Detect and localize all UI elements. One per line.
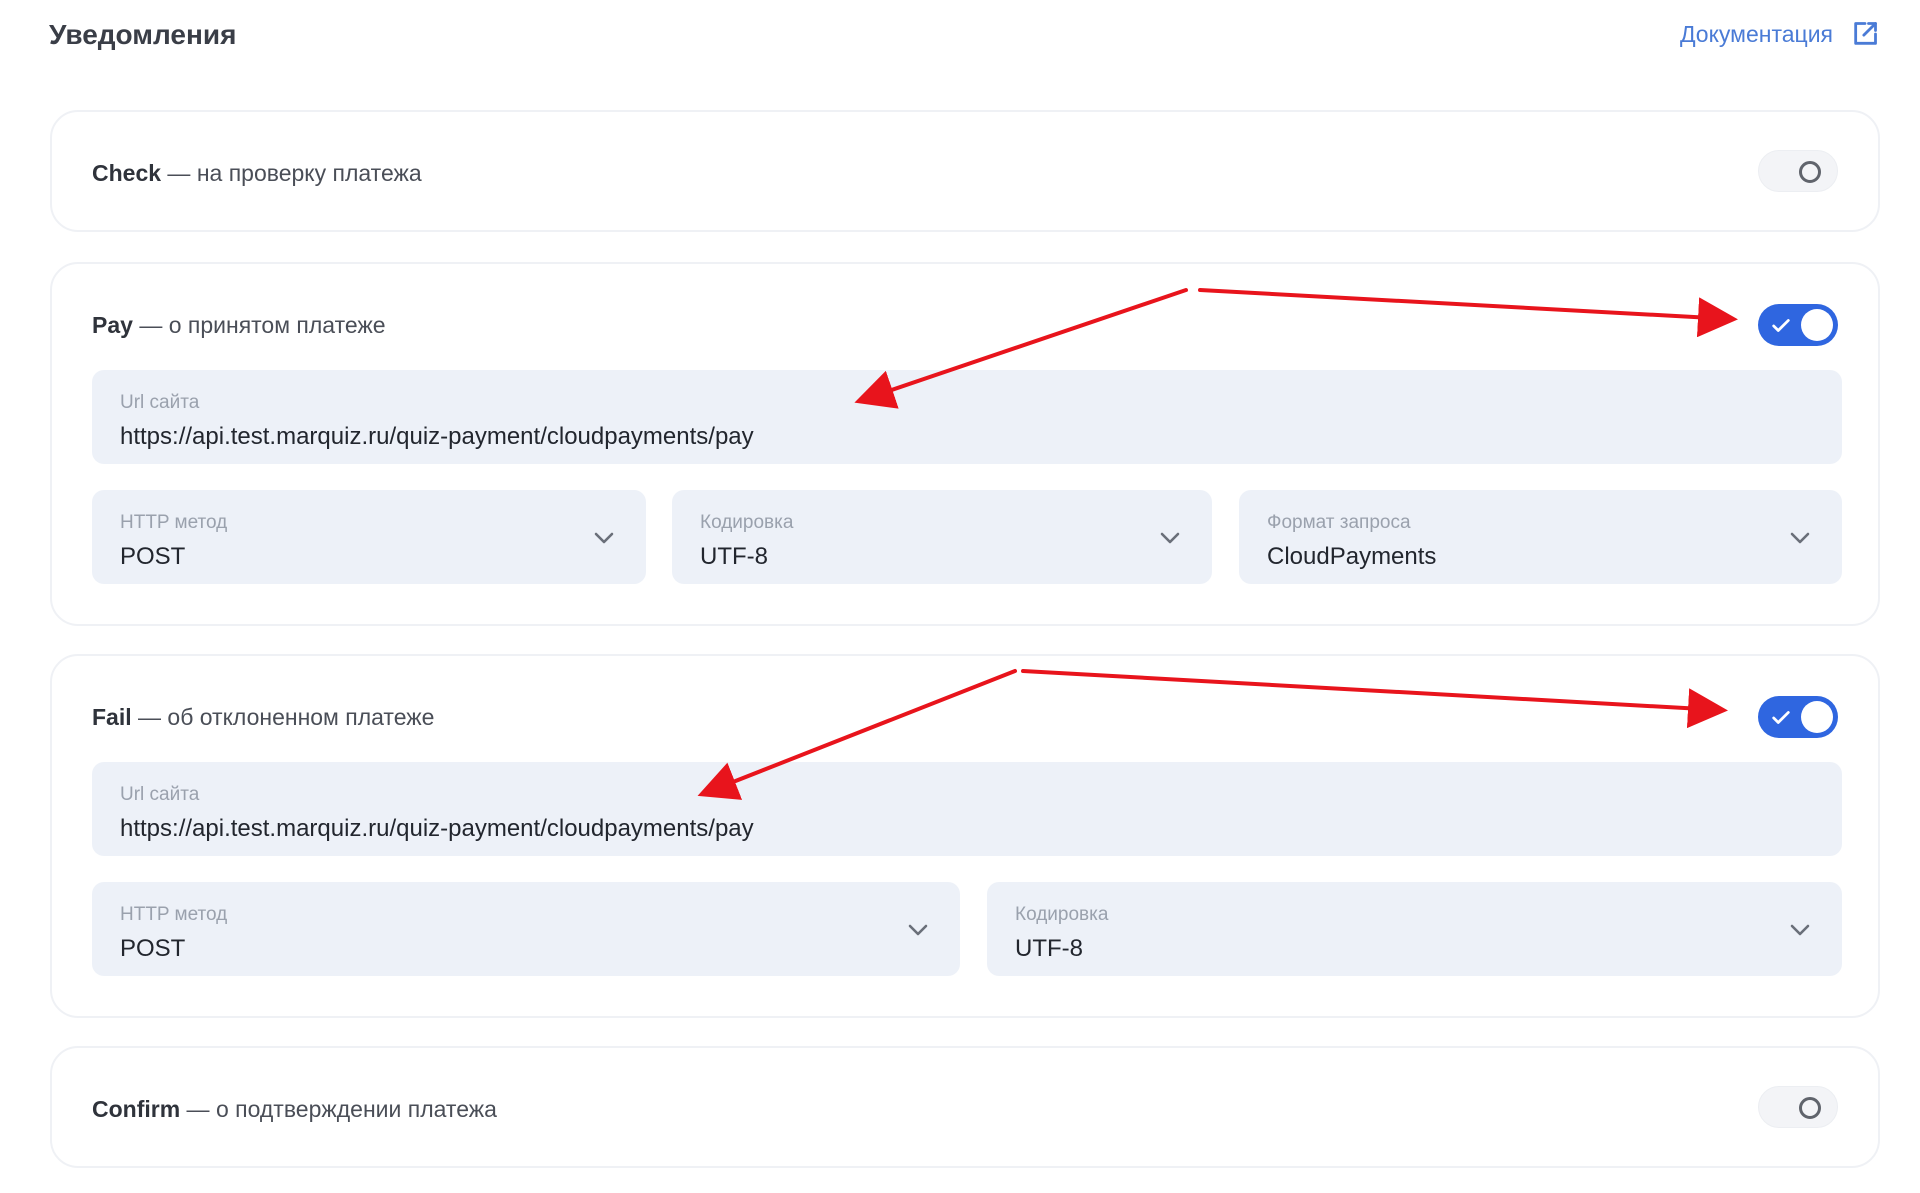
toggle-knob	[1801, 309, 1833, 341]
pay-toggle[interactable]	[1758, 304, 1838, 346]
fail-encoding-label: Кодировка	[1015, 904, 1109, 925]
pay-http-method-select[interactable]: HTTP метод POST	[92, 490, 646, 584]
toggle-knob	[1801, 701, 1833, 733]
check-toggle[interactable]	[1758, 150, 1838, 192]
fail-encoding-select[interactable]: Кодировка UTF-8	[987, 882, 1842, 976]
documentation-link[interactable]: Документация	[1680, 20, 1879, 48]
confirm-toggle[interactable]	[1758, 1086, 1838, 1128]
fail-encoding-value: UTF-8	[1015, 935, 1083, 962]
pay-method-value: POST	[120, 543, 186, 570]
confirm-card-name: Confirm	[92, 1096, 181, 1122]
toggle-knob	[1799, 1097, 1821, 1119]
chevron-down-icon	[1790, 924, 1810, 936]
pay-method-label: HTTP метод	[120, 512, 228, 533]
pay-url-field[interactable]: Url сайта https://api.test.marquiz.ru/qu…	[92, 370, 1842, 464]
pay-url-label: Url сайта	[120, 392, 200, 413]
pay-encoding-label: Кодировка	[700, 512, 794, 533]
checkmark-icon	[1772, 319, 1790, 332]
fail-notification-card: Fail — об отклоненном платеже Url сайта …	[50, 654, 1880, 1018]
fail-card-title: Fail — об отклоненном платеже	[92, 704, 434, 731]
check-card-title: Check — на проверку платежа	[92, 160, 422, 187]
toggle-knob	[1799, 161, 1821, 183]
chevron-down-icon	[594, 532, 614, 544]
chevron-down-icon	[1160, 532, 1180, 544]
confirm-notification-card: Confirm — о подтверждении платежа	[50, 1046, 1880, 1168]
page-header: Уведомления Документация	[49, 14, 1879, 58]
fail-url-label: Url сайта	[120, 784, 200, 805]
pay-url-value: https://api.test.marquiz.ru/quiz-payment…	[120, 423, 754, 450]
pay-format-value: CloudPayments	[1267, 543, 1437, 570]
fail-card-name: Fail	[92, 704, 132, 730]
checkmark-icon	[1772, 711, 1790, 724]
pay-request-format-select[interactable]: Формат запроса CloudPayments	[1239, 490, 1842, 584]
fail-url-value: https://api.test.marquiz.ru/quiz-payment…	[120, 815, 754, 842]
fail-method-label: HTTP метод	[120, 904, 228, 925]
fail-url-field[interactable]: Url сайта https://api.test.marquiz.ru/qu…	[92, 762, 1842, 856]
pay-card-title: Pay — о принятом платеже	[92, 312, 386, 339]
pay-notification-card: Pay — о принятом платеже Url сайта https…	[50, 262, 1880, 626]
check-card-description: — на проверку платежа	[161, 160, 422, 186]
check-card-name: Check	[92, 160, 162, 186]
chevron-down-icon	[1790, 532, 1810, 544]
pay-encoding-value: UTF-8	[700, 543, 768, 570]
documentation-link-label: Документация	[1679, 20, 1833, 47]
pay-encoding-select[interactable]: Кодировка UTF-8	[672, 490, 1212, 584]
confirm-card-description: — о подтверждении платежа	[180, 1096, 497, 1122]
chevron-down-icon	[908, 924, 928, 936]
pay-card-description: — о принятом платеже	[132, 312, 386, 338]
pay-format-label: Формат запроса	[1267, 512, 1411, 533]
fail-toggle[interactable]	[1758, 696, 1838, 738]
confirm-card-title: Confirm — о подтверждении платежа	[92, 1096, 497, 1123]
fail-method-value: POST	[120, 935, 186, 962]
page-title: Уведомления	[49, 19, 237, 50]
fail-http-method-select[interactable]: HTTP метод POST	[92, 882, 960, 976]
check-notification-card: Check — на проверку платежа	[50, 110, 1880, 232]
external-link-icon	[1854, 22, 1877, 45]
pay-card-name: Pay	[92, 312, 133, 338]
fail-card-description: — об отклоненном платеже	[131, 704, 435, 730]
